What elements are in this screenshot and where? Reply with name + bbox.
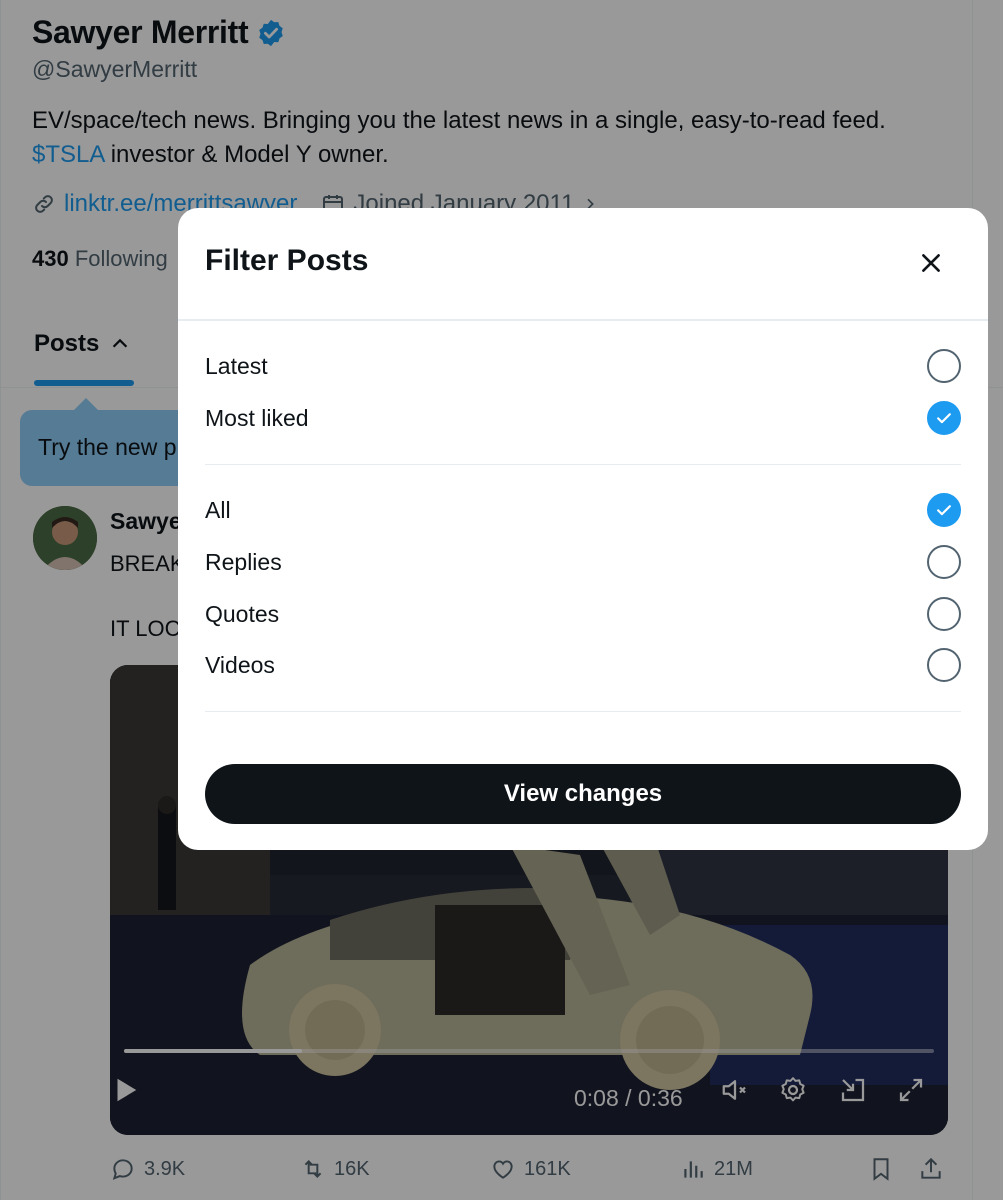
option-label: Latest <box>205 352 268 379</box>
option-label: All <box>205 496 231 523</box>
option-all[interactable]: All <box>205 488 961 532</box>
radio-latest[interactable] <box>927 349 961 383</box>
radio-most-liked[interactable] <box>927 401 961 435</box>
section-divider <box>205 464 961 465</box>
header-divider <box>178 319 988 321</box>
check-icon <box>937 505 951 516</box>
option-latest[interactable]: Latest <box>205 344 961 388</box>
option-replies[interactable]: Replies <box>205 540 961 584</box>
option-label: Videos <box>205 651 275 678</box>
dialog-title: Filter Posts <box>205 244 369 277</box>
radio-videos[interactable] <box>927 648 961 682</box>
option-label: Most liked <box>205 404 309 431</box>
option-quotes[interactable]: Quotes <box>205 592 961 636</box>
section-divider <box>205 711 961 712</box>
option-label: Quotes <box>205 600 280 627</box>
radio-all[interactable] <box>927 493 961 527</box>
close-icon <box>922 254 940 272</box>
filter-posts-dialog: Filter Posts Latest Most liked All Repli… <box>178 208 988 850</box>
view-changes-button[interactable]: View changes <box>205 764 961 824</box>
close-button[interactable] <box>914 246 948 280</box>
option-label: Replies <box>205 548 282 575</box>
radio-quotes[interactable] <box>927 597 961 631</box>
option-most-liked[interactable]: Most liked <box>205 396 961 440</box>
option-videos[interactable]: Videos <box>205 643 961 687</box>
radio-replies[interactable] <box>927 545 961 579</box>
check-icon <box>937 413 951 424</box>
